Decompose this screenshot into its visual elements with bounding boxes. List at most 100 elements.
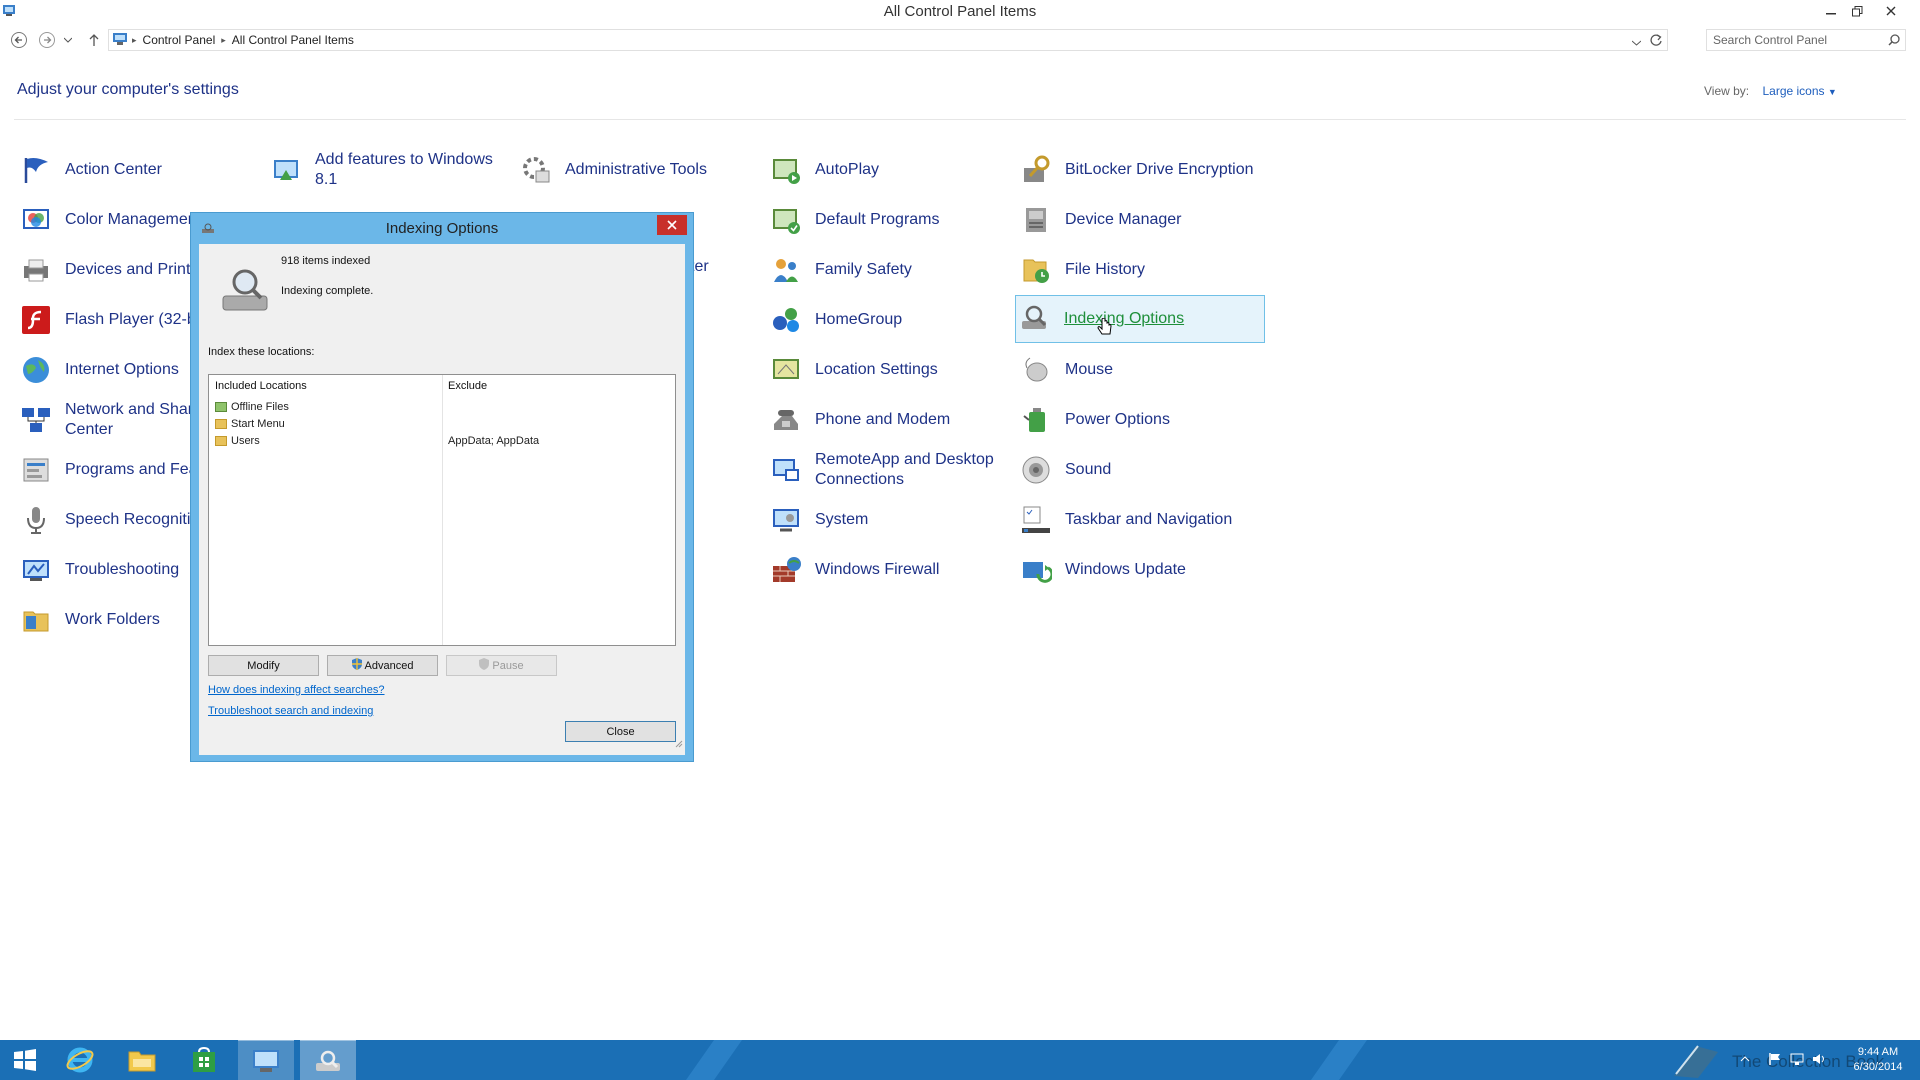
item-default-programs[interactable]: Default Programs [767, 196, 1017, 244]
network-icon [20, 404, 52, 436]
list-item[interactable]: Start Menu [215, 418, 285, 430]
control-panel-taskbar-button[interactable] [238, 1040, 294, 1080]
item-label: Mouse [1065, 361, 1114, 378]
item-location-settings[interactable]: Location Settings [767, 346, 1017, 394]
store-taskbar-button[interactable] [176, 1040, 232, 1080]
resize-grip-icon[interactable] [675, 735, 683, 753]
advanced-label: Advanced [364, 659, 414, 672]
remoteapp-icon [770, 454, 802, 486]
item-label: Devices and Printe [65, 261, 200, 278]
item-homegroup[interactable]: HomeGroup [767, 296, 1017, 344]
item-label: System [815, 511, 869, 528]
advanced-button[interactable]: Advanced [327, 655, 438, 676]
item-add-features[interactable]: Add features to Windows 8.1 [267, 146, 517, 194]
item-administrative-tools[interactable]: Administrative Tools [517, 146, 767, 194]
color-management-icon [20, 204, 52, 236]
item-power-options[interactable]: Power Options [1017, 396, 1267, 444]
list-item[interactable]: Users [215, 435, 260, 447]
modify-button[interactable]: Modify [208, 655, 319, 676]
list-item[interactable]: Offline Files [215, 401, 289, 413]
clock-time: 9:44 AM [1857, 1046, 1899, 1058]
item-label: Sound [1065, 461, 1112, 478]
dialog-close-x-button[interactable] [657, 215, 687, 235]
item-label: Location Settings [815, 361, 938, 378]
forward-button[interactable] [37, 30, 57, 50]
item-file-history[interactable]: File History [1017, 246, 1267, 294]
taskbar: The Collection Book 9:44 AM 6/30/2014 [0, 1040, 1920, 1080]
close-window-button[interactable] [1878, 0, 1904, 22]
refresh-icon[interactable] [1649, 33, 1663, 50]
item-bitlocker[interactable]: BitLocker Drive Encryption [1017, 146, 1267, 194]
item-remoteapp[interactable]: RemoteApp and Desktop Connections [767, 446, 1017, 494]
item-label: Speech Recognitio [65, 511, 200, 528]
windows-logo-icon [14, 1049, 36, 1071]
control-panel-small-icon [112, 32, 128, 49]
breadcrumb-all-items[interactable]: All Control Panel Items [232, 33, 354, 47]
item-mouse[interactable]: Mouse [1017, 346, 1267, 394]
start-button[interactable] [0, 1040, 50, 1080]
locations-list[interactable]: Included Locations Exclude Offline Files… [208, 374, 676, 646]
item-label: Windows Firewall [815, 561, 940, 578]
item-family-safety[interactable]: Family Safety [767, 246, 1017, 294]
pause-button[interactable]: Pause [446, 655, 557, 676]
up-arrow-button[interactable] [84, 30, 104, 50]
column-header-exclude[interactable]: Exclude [442, 375, 493, 397]
item-taskbar-navigation[interactable]: Taskbar and Navigation [1017, 496, 1267, 544]
item-phone-modem[interactable]: Phone and Modem [767, 396, 1017, 444]
troubleshoot-link[interactable]: Troubleshoot search and indexing [208, 705, 373, 717]
item-device-manager[interactable]: Device Manager [1017, 196, 1267, 244]
exclude-value: AppData; AppData [448, 435, 539, 447]
breadcrumb-separator-icon[interactable]: ▸ [132, 35, 137, 46]
item-label: HomeGroup [815, 311, 903, 328]
item-label: Network and Shari Center [65, 401, 197, 438]
item-sound[interactable]: Sound [1017, 446, 1267, 494]
view-by-dropdown[interactable]: Large icons ▼ [1762, 84, 1836, 98]
speaker-icon [1020, 454, 1052, 486]
breadcrumb-control-panel[interactable]: Control Panel [143, 33, 216, 47]
flag-icon [20, 154, 52, 186]
family-safety-icon [770, 254, 802, 286]
internet-explorer-taskbar-button[interactable] [52, 1040, 108, 1080]
homegroup-icon [770, 304, 802, 336]
column-separator [442, 375, 443, 645]
item-label: Internet Options [65, 361, 179, 378]
firewall-icon [770, 554, 802, 586]
search-icon[interactable] [1888, 34, 1900, 49]
minimize-button[interactable] [1818, 0, 1844, 22]
how-indexing-link[interactable]: How does indexing affect searches? [208, 684, 385, 696]
item-indexing-options[interactable]: Indexing Options [1015, 295, 1265, 343]
item-label: Flash Player (32-bi [65, 311, 200, 328]
column-header-included[interactable]: Included Locations [209, 375, 313, 397]
indexing-options-taskbar-button[interactable] [300, 1040, 356, 1080]
view-by: View by: Large icons ▼ [1704, 84, 1837, 98]
pause-label: Pause [492, 659, 524, 672]
taskbar-icon [1020, 504, 1052, 536]
item-action-center[interactable]: Action Center [17, 146, 267, 194]
search-input[interactable]: Search Control Panel [1706, 29, 1906, 51]
volume-tray-icon[interactable] [1812, 1052, 1828, 1080]
item-autoplay[interactable]: AutoPlay [767, 146, 1017, 194]
close-button[interactable]: Close [565, 721, 676, 742]
item-system[interactable]: System [767, 496, 1017, 544]
location-name: Offline Files [231, 401, 289, 413]
header-divider [14, 119, 1906, 120]
file-explorer-taskbar-button[interactable] [114, 1040, 170, 1080]
item-windows-update[interactable]: Windows Update [1017, 546, 1267, 594]
network-tray-icon[interactable] [1790, 1052, 1806, 1080]
restore-button[interactable] [1844, 0, 1870, 22]
address-bar[interactable]: ▸ Control Panel ▸ All Control Panel Item… [108, 29, 1668, 51]
item-windows-firewall[interactable]: Windows Firewall [767, 546, 1017, 594]
item-label: Indexing Options [1064, 310, 1185, 327]
action-center-flag-icon[interactable] [1768, 1052, 1784, 1080]
exclude-text: AppData; AppData [448, 435, 540, 447]
address-dropdown-icon[interactable] [1631, 35, 1642, 49]
location-name: Users [231, 435, 260, 447]
breadcrumb-separator-icon[interactable]: ▸ [221, 35, 226, 46]
recent-locations-chevron-icon[interactable] [62, 30, 74, 50]
dialog-titlebar[interactable]: Indexing Options [191, 213, 693, 243]
clock[interactable]: 9:44 AM 6/30/2014 [1848, 1045, 1908, 1080]
back-button[interactable] [9, 30, 29, 50]
windows-update-icon [1020, 554, 1054, 586]
mouse-icon [1020, 354, 1052, 386]
show-hidden-icons-icon[interactable] [1740, 1054, 1754, 1080]
